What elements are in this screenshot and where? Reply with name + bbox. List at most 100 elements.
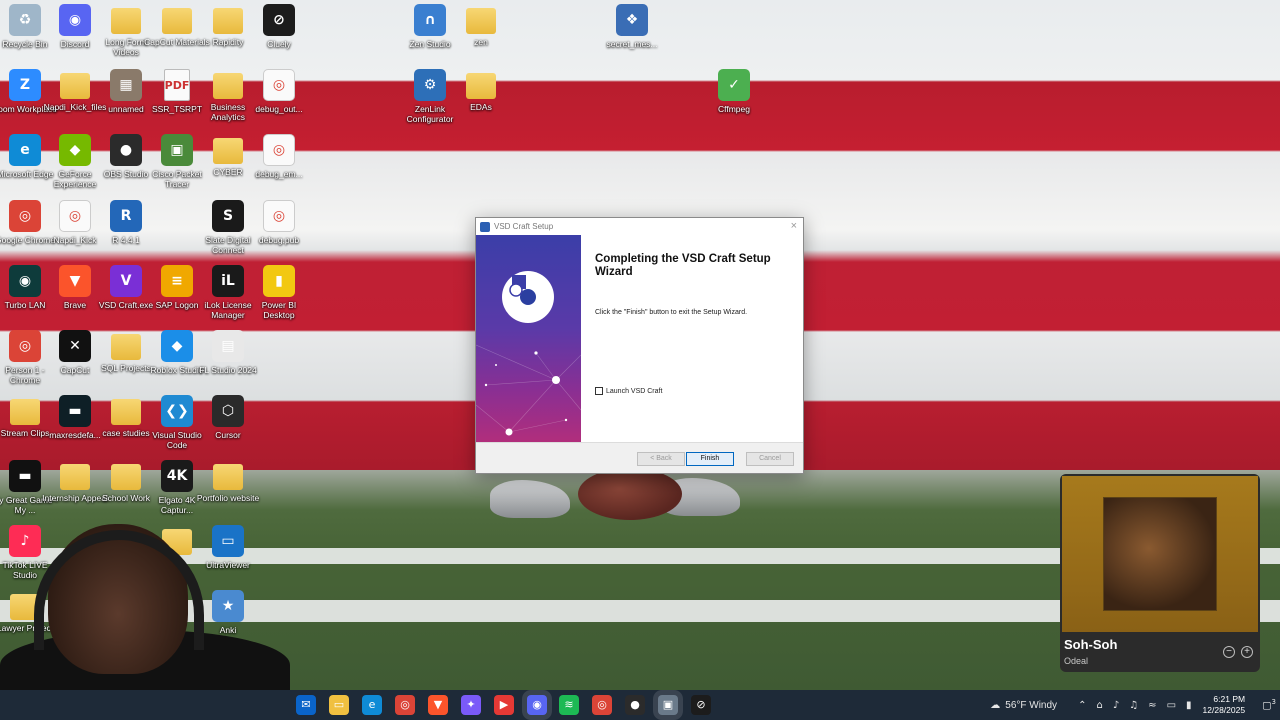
launch-option[interactable]: Launch VSD Craft xyxy=(595,387,662,395)
close-icon[interactable]: × xyxy=(791,220,797,232)
brave-icon[interactable]: ▼ xyxy=(428,695,448,715)
keyboard-icon[interactable]: ▭ xyxy=(1167,700,1176,711)
clock-time: 6:21 PM xyxy=(1213,694,1246,704)
game-shortcut-icon: ▬ xyxy=(9,460,41,492)
obs-icon[interactable]: ● xyxy=(625,695,645,715)
setup-heading: Completing the VSD Craft Setup Wizard xyxy=(595,253,771,278)
desktop-icon-label: Cluely xyxy=(267,39,291,49)
desktop-icon-label: debug_out... xyxy=(255,104,303,114)
cancel-button[interactable]: Cancel xyxy=(746,452,794,466)
folder-icon xyxy=(162,8,192,34)
power-bi-icon: ▮ xyxy=(263,265,295,297)
desktop-icon-label: Rapidity xyxy=(212,37,244,47)
microphone-icon[interactable]: ♪ xyxy=(1113,700,1119,711)
desktop-icon[interactable]: ▮ Power BI Desktop xyxy=(246,265,312,320)
song-artist: Odeal xyxy=(1064,656,1089,666)
desktop-icon[interactable]: ⬡ Cursor xyxy=(195,395,261,440)
zenlink-icon: ⚙ xyxy=(414,69,446,101)
node-dot xyxy=(505,428,513,436)
desktop-icon-label: Turbo LAN xyxy=(4,300,46,310)
weather-text[interactable]: 56°F Windy xyxy=(1005,700,1057,711)
desktop-icon[interactable]: ◎ debug.pub xyxy=(246,200,312,245)
launch-checkbox-label[interactable]: Launch VSD Craft xyxy=(606,388,662,395)
album-cover-image xyxy=(1103,497,1217,611)
image-file-icon: ▦ xyxy=(110,69,142,101)
desktop-icon[interactable]: ▤ FL Studio 2024 xyxy=(195,330,261,375)
desktop-icon[interactable]: ❖ secret_mes... xyxy=(599,4,665,49)
expand-player-icon[interactable]: + xyxy=(1241,646,1253,658)
chrome-html-icon: ◎ xyxy=(263,200,295,232)
spotify-icon[interactable]: ≋ xyxy=(559,695,579,715)
node-dot xyxy=(552,376,560,384)
notification-icon[interactable]: ▢3 xyxy=(1262,698,1276,711)
setup-footer: < Back Finish Cancel xyxy=(476,442,803,473)
desktop-icon-label: Zen Studio xyxy=(409,39,451,49)
roblox-studio-icon: ◆ xyxy=(161,330,193,362)
setup-description: Click the "Finish" button to exit the Se… xyxy=(595,309,748,316)
desktop-icon[interactable]: Portfolio website xyxy=(195,460,261,503)
chrome-html-icon: ◎ xyxy=(59,200,91,232)
edge-icon[interactable]: e xyxy=(362,695,382,715)
zoom-icon: Z xyxy=(9,69,41,101)
wifi-icon[interactable]: ≈ xyxy=(1148,700,1156,711)
copilot-icon[interactable]: ✦ xyxy=(461,695,481,715)
desktop-icon-label: EDAs xyxy=(470,102,492,112)
desktop-icon[interactable]: EDAs xyxy=(448,69,514,112)
chrome-html-icon: ◎ xyxy=(263,69,295,101)
desktop-icon-label: SAP Logon xyxy=(155,300,199,310)
cursor-app-icon: ⬡ xyxy=(212,395,244,427)
chrome-html-icon: ◎ xyxy=(263,134,295,166)
chrome-icon[interactable]: ◎ xyxy=(395,695,415,715)
desktop-icon[interactable]: ✓ Cffmpeg xyxy=(701,69,767,114)
desktop-icon-label: CapCut xyxy=(60,365,90,375)
desktop-icon-label: unnamed xyxy=(108,104,144,114)
fl-studio-icon: ▤ xyxy=(212,330,244,362)
geforce-icon: ◆ xyxy=(59,134,91,166)
weather-icon[interactable]: ☁ xyxy=(990,700,1000,711)
folder-icon xyxy=(111,399,141,425)
taskbar: ✉ ▭ e ◎ ▼ ✦ ▶ ◉ ≋ ◎ ● ▣ ⊘ ☁ 56°F Windy ⌃ ⌂ ♪ ♫ ≈ ▭ ▮… xyxy=(0,690,1280,720)
launch-checkbox[interactable] xyxy=(595,387,603,395)
finish-button[interactable]: Finish xyxy=(686,452,734,466)
clock[interactable]: 6:21 PM 12/28/2025 xyxy=(1203,694,1246,716)
desktop-icon-label: Recycle Bin xyxy=(2,39,48,49)
turbo-lan-icon: ◉ xyxy=(9,265,41,297)
desktop-icon-label: debug.pub xyxy=(258,235,300,245)
cluely-icon[interactable]: ⊘ xyxy=(691,695,711,715)
edge-icon: e xyxy=(9,134,41,166)
desktop-icon-label: CYBER xyxy=(213,167,243,177)
folder-icon xyxy=(60,73,90,99)
chevron-up-icon[interactable]: ⌃ xyxy=(1078,700,1086,711)
folder-icon xyxy=(466,8,496,34)
folder-icon xyxy=(466,73,496,99)
r-icon: R xyxy=(110,200,142,232)
minimize-player-icon[interactable]: − xyxy=(1223,646,1235,658)
setup-window-title: VSD Craft Setup xyxy=(494,222,554,231)
network-icon[interactable]: ⌂ xyxy=(1096,700,1102,711)
battery-icon[interactable]: ▮ xyxy=(1186,700,1192,711)
volume-icon[interactable]: ♫ xyxy=(1129,700,1138,711)
desktop-icon-label: case studies xyxy=(102,428,150,438)
clock-date: 12/28/2025 xyxy=(1202,705,1246,715)
desktop-icon[interactable]: ◎ debug_out... xyxy=(246,69,312,114)
desktop-icon-label: OBS Studio xyxy=(103,169,149,179)
packet-tracer-icon: ▣ xyxy=(161,134,193,166)
folder-icon xyxy=(111,8,141,34)
desktop-icon[interactable]: zen xyxy=(448,4,514,47)
mail-icon[interactable]: ✉ xyxy=(296,695,316,715)
discord-icon: ◉ xyxy=(59,4,91,36)
setup-titlebar[interactable]: VSD Craft Setup × xyxy=(476,218,803,235)
discord-icon[interactable]: ◉ xyxy=(527,695,547,715)
back-button[interactable]: < Back xyxy=(637,452,685,466)
desktop-icon[interactable]: ◎ debug_em... xyxy=(246,134,312,179)
file-explorer-icon[interactable]: ▭ xyxy=(329,695,349,715)
desktop-icon[interactable]: R R 4.4.1 xyxy=(93,200,159,245)
ffmpeg-icon: ✓ xyxy=(718,69,750,101)
desktop-icon[interactable]: ⊘ Cluely xyxy=(246,4,312,49)
folder-icon xyxy=(60,464,90,490)
desktop-icon-label: R 4.4.1 xyxy=(112,235,140,245)
vsd-installer-icon[interactable]: ▣ xyxy=(658,695,678,715)
folder-icon xyxy=(111,464,141,490)
record-icon[interactable]: ▶ xyxy=(494,695,514,715)
chrome-profile-icon[interactable]: ◎ xyxy=(592,695,612,715)
